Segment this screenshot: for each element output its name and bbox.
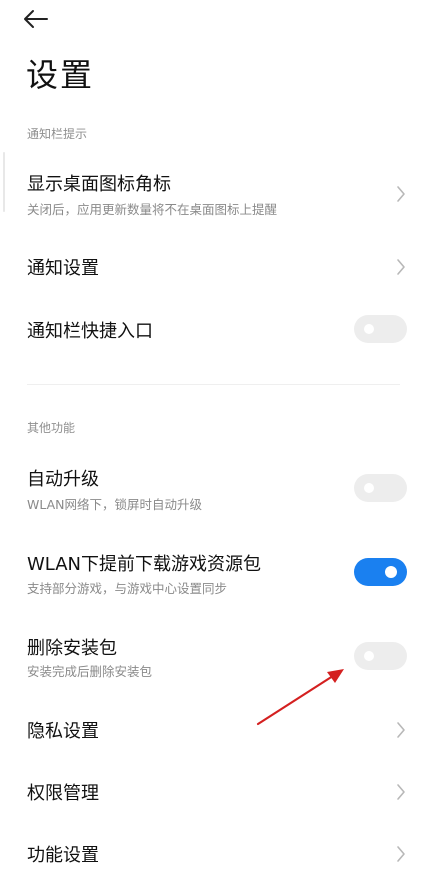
toggle-knob bbox=[364, 324, 374, 334]
row-delete-package[interactable]: 删除安装包 安装完成后删除安装包 bbox=[0, 624, 427, 686]
row-title: 通知栏快捷入口 bbox=[27, 321, 153, 342]
chevron-right-icon bbox=[395, 257, 407, 277]
row-title: 显示桌面图标角标 bbox=[27, 174, 171, 195]
toggle-knob bbox=[364, 651, 374, 661]
row-subtitle: WLAN网络下，锁屏时自动升级 bbox=[27, 497, 203, 512]
toggle-knob bbox=[364, 483, 374, 493]
chevron-right-icon bbox=[395, 844, 407, 864]
row-title: 通知设置 bbox=[27, 258, 99, 279]
section-header-notification: 通知栏提示 bbox=[27, 127, 88, 141]
notification-shortcut-toggle[interactable] bbox=[354, 315, 407, 343]
section-divider bbox=[27, 384, 400, 385]
row-privacy-settings[interactable]: 隐私设置 bbox=[0, 705, 427, 755]
section-header-other: 其他功能 bbox=[27, 421, 76, 435]
row-auto-upgrade[interactable]: 自动升级 WLAN网络下，锁屏时自动升级 bbox=[0, 455, 427, 517]
row-title: 删除安装包 bbox=[27, 638, 117, 659]
row-title: 权限管理 bbox=[27, 783, 99, 804]
row-subtitle: 支持部分游戏，与游戏中心设置同步 bbox=[27, 581, 228, 596]
arrow-left-icon bbox=[24, 10, 48, 28]
auto-upgrade-toggle[interactable] bbox=[354, 474, 407, 502]
row-title: WLAN下提前下载游戏资源包 bbox=[27, 554, 262, 575]
row-title: 功能设置 bbox=[27, 845, 99, 866]
row-notification-settings[interactable]: 通知设置 bbox=[0, 242, 427, 292]
row-desktop-badge[interactable]: 显示桌面图标角标 关闭后，应用更新数量将不在桌面图标上提醒 bbox=[0, 160, 427, 226]
back-button[interactable] bbox=[18, 4, 54, 34]
row-permission-management[interactable]: 权限管理 bbox=[0, 767, 427, 817]
delete-package-toggle[interactable] bbox=[354, 642, 407, 670]
chevron-right-icon bbox=[395, 720, 407, 740]
chevron-right-icon bbox=[395, 184, 407, 204]
row-wlan-predownload[interactable]: WLAN下提前下载游戏资源包 支持部分游戏，与游戏中心设置同步 bbox=[0, 540, 427, 602]
row-subtitle: 安装完成后删除安装包 bbox=[27, 664, 153, 679]
row-title: 自动升级 bbox=[27, 469, 99, 490]
row-subtitle: 关闭后，应用更新数量将不在桌面图标上提醒 bbox=[27, 202, 278, 217]
toggle-knob bbox=[385, 566, 397, 578]
chevron-right-icon bbox=[395, 782, 407, 802]
wlan-predownload-toggle[interactable] bbox=[354, 558, 407, 586]
row-title: 隐私设置 bbox=[27, 721, 99, 742]
page-title: 设置 bbox=[26, 56, 95, 94]
row-notification-shortcut[interactable]: 通知栏快捷入口 bbox=[0, 305, 427, 355]
settings-screen: 设置 通知栏提示 显示桌面图标角标 关闭后，应用更新数量将不在桌面图标上提醒 通… bbox=[0, 0, 427, 876]
row-feature-settings[interactable]: 功能设置 bbox=[0, 829, 427, 876]
